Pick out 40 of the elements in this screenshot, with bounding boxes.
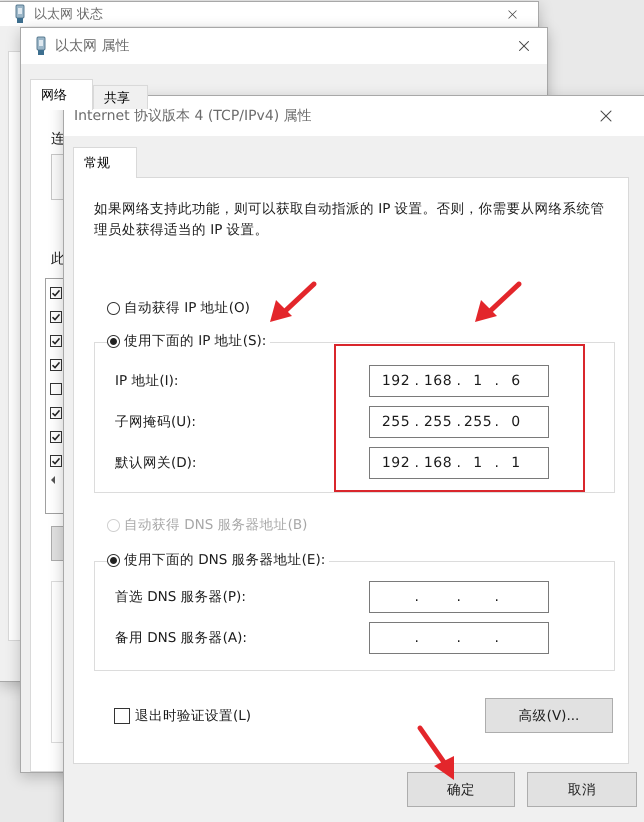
ip-address-field[interactable]: . . . [369,622,549,654]
field-label: 首选 DNS 服务器(P): [115,588,247,606]
window-title: 以太网 属性 [55,37,130,55]
checkbox[interactable] [50,431,62,443]
tab[interactable]: 常规 [73,147,137,178]
radio-button[interactable] [107,554,120,566]
field-label: 备用 DNS 服务器(A): [115,629,248,647]
cancel-button[interactable]: 取消 [527,772,637,807]
tab[interactable]: 共享 [93,85,148,109]
network-adapter-icon [35,36,47,56]
field-label: IP 地址(I): [115,372,180,390]
field-label: 默认网关(D): [115,454,198,472]
description-text: 如果网络支持此功能，则可以获取自动指派的 IP 设置。否则，你需要从网络系统管理员处获得适当的 IP 设置。 [94,200,606,240]
window-title: Internet 协议版本 4 (TCP/IPv4) 属性 [74,107,313,125]
checkbox[interactable] [114,708,130,724]
ip-address-field[interactable]: 192 . 168 . 1 . 1 [369,447,549,479]
ip-address-field[interactable]: 192 . 168 . 1 . 6 [369,365,549,397]
field-label: 子网掩码(U): [115,413,197,431]
ip-address-field[interactable]: . . . [369,581,549,613]
option-label: 使用下面的 IP 地址(S): [124,332,266,350]
ip-address-field[interactable]: 255 . 255 . 255 . 0 [369,406,549,438]
radio-button[interactable] [107,334,120,348]
scroll-left-icon[interactable] [50,475,56,485]
checkbox[interactable] [50,335,62,347]
tab[interactable]: 网络 [30,79,93,110]
checkbox[interactable] [50,383,62,395]
radio-button[interactable] [107,302,120,314]
ok-button[interactable]: 确定 [407,772,515,807]
advanced-button[interactable]: 高级(V)... [485,698,613,733]
window-title: 以太网 状态 [34,6,104,23]
option-label: 使用下面的 DNS 服务器地址(E): [124,551,326,569]
option-label: 自动获得 DNS 服务器地址(B) [124,516,308,534]
checkbox[interactable] [50,287,62,299]
checkbox-label: 退出时验证设置(L) [135,706,252,724]
network-adapter-icon [14,4,26,24]
checkbox[interactable] [50,359,62,371]
checkbox[interactable] [50,455,62,467]
checkbox[interactable] [50,311,62,323]
checkbox[interactable] [50,407,62,419]
option-label: 自动获得 IP 地址(O) [124,299,250,317]
